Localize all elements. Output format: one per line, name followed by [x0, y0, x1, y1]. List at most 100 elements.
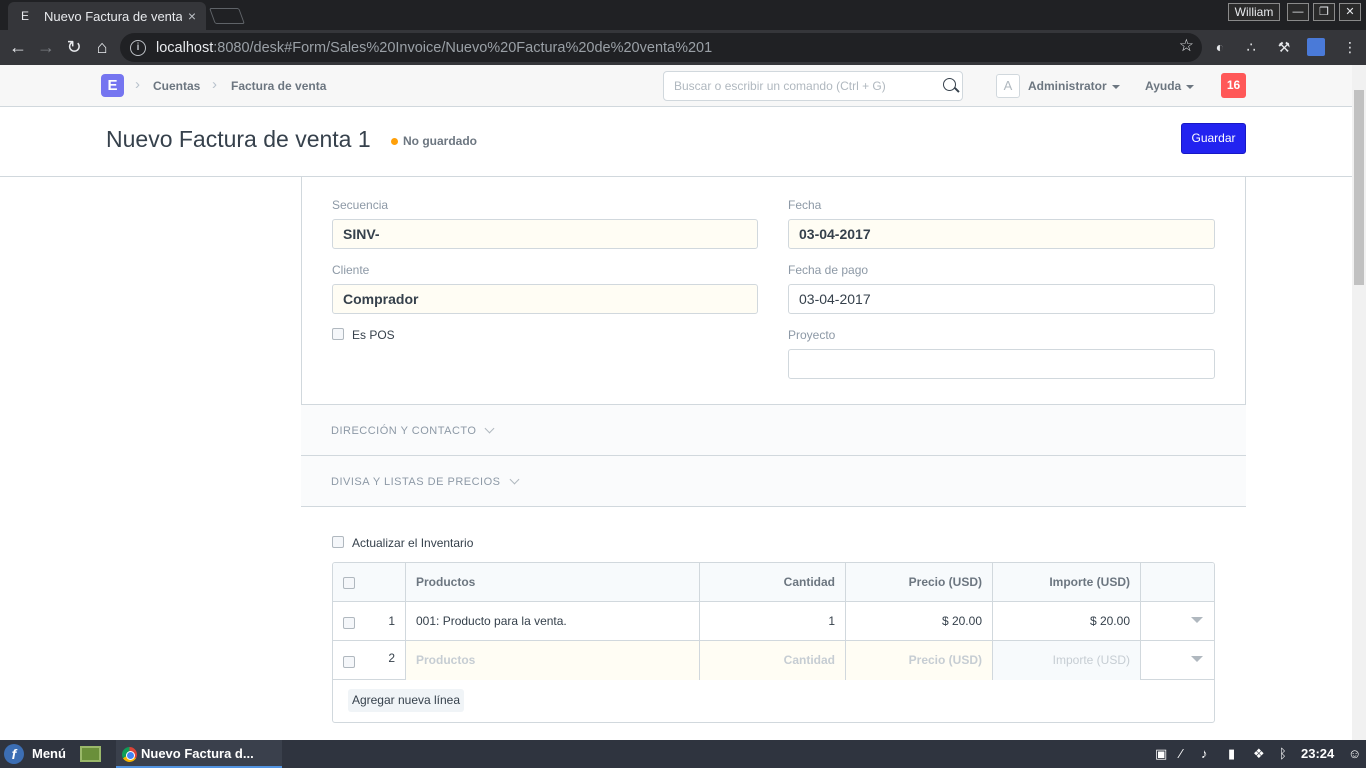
- table-row[interactable]: 1 001: Producto para la venta. 1 $ 20.00…: [333, 602, 1214, 641]
- fedora-logo-icon[interactable]: f: [4, 744, 24, 764]
- header-importe: Importe (USD): [993, 563, 1141, 602]
- network-tray-icon[interactable]: ∕: [1180, 746, 1182, 761]
- app-navbar: E › Cuentas › Factura de venta Buscar o …: [0, 65, 1352, 107]
- row-actions-cell[interactable]: [1141, 602, 1214, 641]
- awesomebar-search-input[interactable]: Buscar o escribir un comando (Ctrl + G): [663, 71, 963, 101]
- row-rate-placeholder[interactable]: Precio (USD): [846, 641, 993, 680]
- bluetooth-tray-icon[interactable]: ᛒ: [1279, 746, 1287, 761]
- proyecto-field[interactable]: [788, 349, 1215, 379]
- extension-fedora-icon[interactable]: ◐: [1211, 38, 1229, 56]
- close-tab-icon[interactable]: ×: [188, 8, 196, 24]
- forward-arrow-icon[interactable]: →: [32, 34, 60, 62]
- page-head: Nuevo Factura de venta 1 No guardado Gua…: [0, 107, 1352, 177]
- row-amount-cell: $ 20.00: [993, 602, 1141, 641]
- row-amount-placeholder: Importe (USD): [993, 641, 1141, 680]
- bookmark-star-icon[interactable]: ☆: [1179, 36, 1194, 56]
- browser-tab-title: Nuevo Factura de venta: [44, 8, 182, 24]
- address-contact-section[interactable]: DIRECCIÓN Y CONTACTO: [301, 404, 1246, 455]
- breadcrumb-cuentas[interactable]: Cuentas: [153, 79, 200, 93]
- header-productos: Productos: [406, 563, 700, 602]
- row-dropdown-arrow-icon[interactable]: [1191, 617, 1203, 623]
- currency-pricelist-section[interactable]: DIVISA Y LISTAS DE PRECIOS: [301, 455, 1246, 506]
- secuencia-label: Secuencia: [332, 198, 389, 212]
- avatar[interactable]: A: [996, 74, 1020, 98]
- currency-pricelist-heading: DIVISA Y LISTAS DE PRECIOS: [331, 474, 519, 488]
- taskbar-chrome-window[interactable]: Nuevo Factura d...: [116, 740, 282, 768]
- restore-window-icon[interactable]: ❐: [1313, 3, 1335, 21]
- address-contact-heading: DIRECCIÓN Y CONTACTO: [331, 423, 495, 437]
- row-rate-cell[interactable]: $ 20.00: [846, 602, 993, 641]
- row-qty-placeholder[interactable]: Cantidad: [700, 641, 846, 680]
- back-arrow-icon[interactable]: ←: [4, 34, 32, 62]
- extension-window-icon[interactable]: [1307, 38, 1325, 56]
- site-info-icon[interactable]: i: [130, 39, 146, 56]
- caret-down-icon: [1111, 84, 1120, 89]
- user-menu[interactable]: Administrator: [1028, 79, 1120, 93]
- address-bar[interactable]: i localhost:8080/desk#Form/Sales%20Invoi…: [120, 33, 1202, 62]
- user-menu-label: Administrator: [1028, 79, 1107, 93]
- erpnext-favicon-icon: E: [20, 9, 29, 23]
- search-placeholder: Buscar o escribir un comando (Ctrl + G): [674, 79, 886, 93]
- terminal-launcher-icon[interactable]: [80, 746, 101, 762]
- status-indicator: No guardado: [391, 134, 477, 148]
- clock[interactable]: 23:24: [1301, 746, 1334, 761]
- row-actions-cell[interactable]: [1141, 641, 1214, 680]
- table-row[interactable]: 2 Productos Cantidad Precio (USD) Import…: [333, 641, 1214, 680]
- row-index: 1: [388, 614, 395, 628]
- es-pos-checkbox[interactable]: [332, 328, 344, 340]
- new-tab-button[interactable]: [209, 8, 245, 24]
- row-checkbox[interactable]: [343, 656, 355, 668]
- row-item-placeholder[interactable]: Productos: [406, 641, 700, 680]
- close-window-icon[interactable]: ✕: [1339, 3, 1361, 21]
- breadcrumb-factura-de-venta[interactable]: Factura de venta: [231, 79, 326, 93]
- fecha-field[interactable]: 03-04-2017: [788, 219, 1215, 249]
- caret-down-icon: [1186, 84, 1195, 89]
- minimize-window-icon[interactable]: —: [1287, 3, 1309, 21]
- reload-icon[interactable]: ↻: [60, 34, 88, 62]
- home-icon[interactable]: ⌂: [88, 34, 116, 62]
- items-table: Productos Cantidad Precio (USD) Importe …: [332, 562, 1215, 723]
- browser-menu-icon[interactable]: ⋮: [1341, 38, 1359, 56]
- add-row-button[interactable]: Agregar nueva línea: [348, 689, 464, 712]
- help-menu[interactable]: Ayuda: [1145, 79, 1195, 93]
- table-header-row: Productos Cantidad Precio (USD) Importe …: [333, 563, 1214, 602]
- page-scrollbar-thumb[interactable]: [1354, 90, 1364, 285]
- row-item-cell[interactable]: 001: Producto para la venta.: [406, 602, 700, 641]
- update-stock-checkbox[interactable]: [332, 536, 344, 548]
- secuencia-field[interactable]: SINV-: [332, 219, 758, 249]
- os-taskbar: f Menú Nuevo Factura d... ▣ ∕ ♪ ▮ ❖ ᛒ 23…: [0, 740, 1366, 768]
- row-index: 2: [388, 651, 395, 665]
- cliente-field[interactable]: Comprador: [332, 284, 758, 314]
- select-all-checkbox[interactable]: [343, 577, 355, 589]
- url-host: localhost: [156, 39, 214, 56]
- volume-tray-icon[interactable]: ♪: [1201, 746, 1208, 761]
- screenshot-tray-icon[interactable]: ▣: [1155, 746, 1167, 762]
- row-select-cell: 1: [333, 602, 406, 641]
- notifications-badge[interactable]: 16: [1221, 73, 1246, 98]
- extension-tools-icon[interactable]: ⚒: [1275, 38, 1293, 56]
- user-tray-icon[interactable]: ☺: [1348, 746, 1361, 761]
- breadcrumb-chevron-icon: ›: [135, 76, 140, 93]
- row-checkbox[interactable]: [343, 617, 355, 629]
- search-icon: [943, 78, 956, 91]
- row-dropdown-arrow-icon[interactable]: [1191, 656, 1203, 662]
- currency-pricelist-heading-text: DIVISA Y LISTAS DE PRECIOS: [331, 476, 501, 488]
- browser-tab[interactable]: E Nuevo Factura de venta ×: [8, 2, 206, 30]
- window-user-badge[interactable]: William: [1228, 3, 1280, 21]
- browser-tab-bar: E Nuevo Factura de venta × William — ❐ ✕: [0, 0, 1366, 30]
- status-dot-icon: [391, 138, 398, 145]
- fecha-de-pago-field[interactable]: 03-04-2017: [788, 284, 1215, 314]
- cliente-label: Cliente: [332, 263, 370, 277]
- save-button[interactable]: Guardar: [1181, 123, 1246, 154]
- start-menu-button[interactable]: Menú: [32, 746, 66, 761]
- help-menu-label: Ayuda: [1145, 79, 1182, 93]
- dropbox-tray-icon[interactable]: ❖: [1253, 746, 1265, 762]
- battery-tray-icon[interactable]: ▮: [1228, 746, 1235, 762]
- row-qty-cell[interactable]: 1: [700, 602, 846, 641]
- erpnext-logo-icon[interactable]: E: [101, 74, 124, 97]
- extension-dots-icon[interactable]: ∴: [1242, 38, 1260, 56]
- chevron-down-icon: [485, 423, 495, 434]
- header-precio: Precio (USD): [846, 563, 993, 602]
- es-pos-label: Es POS: [352, 328, 395, 342]
- chevron-down-icon: [509, 474, 519, 485]
